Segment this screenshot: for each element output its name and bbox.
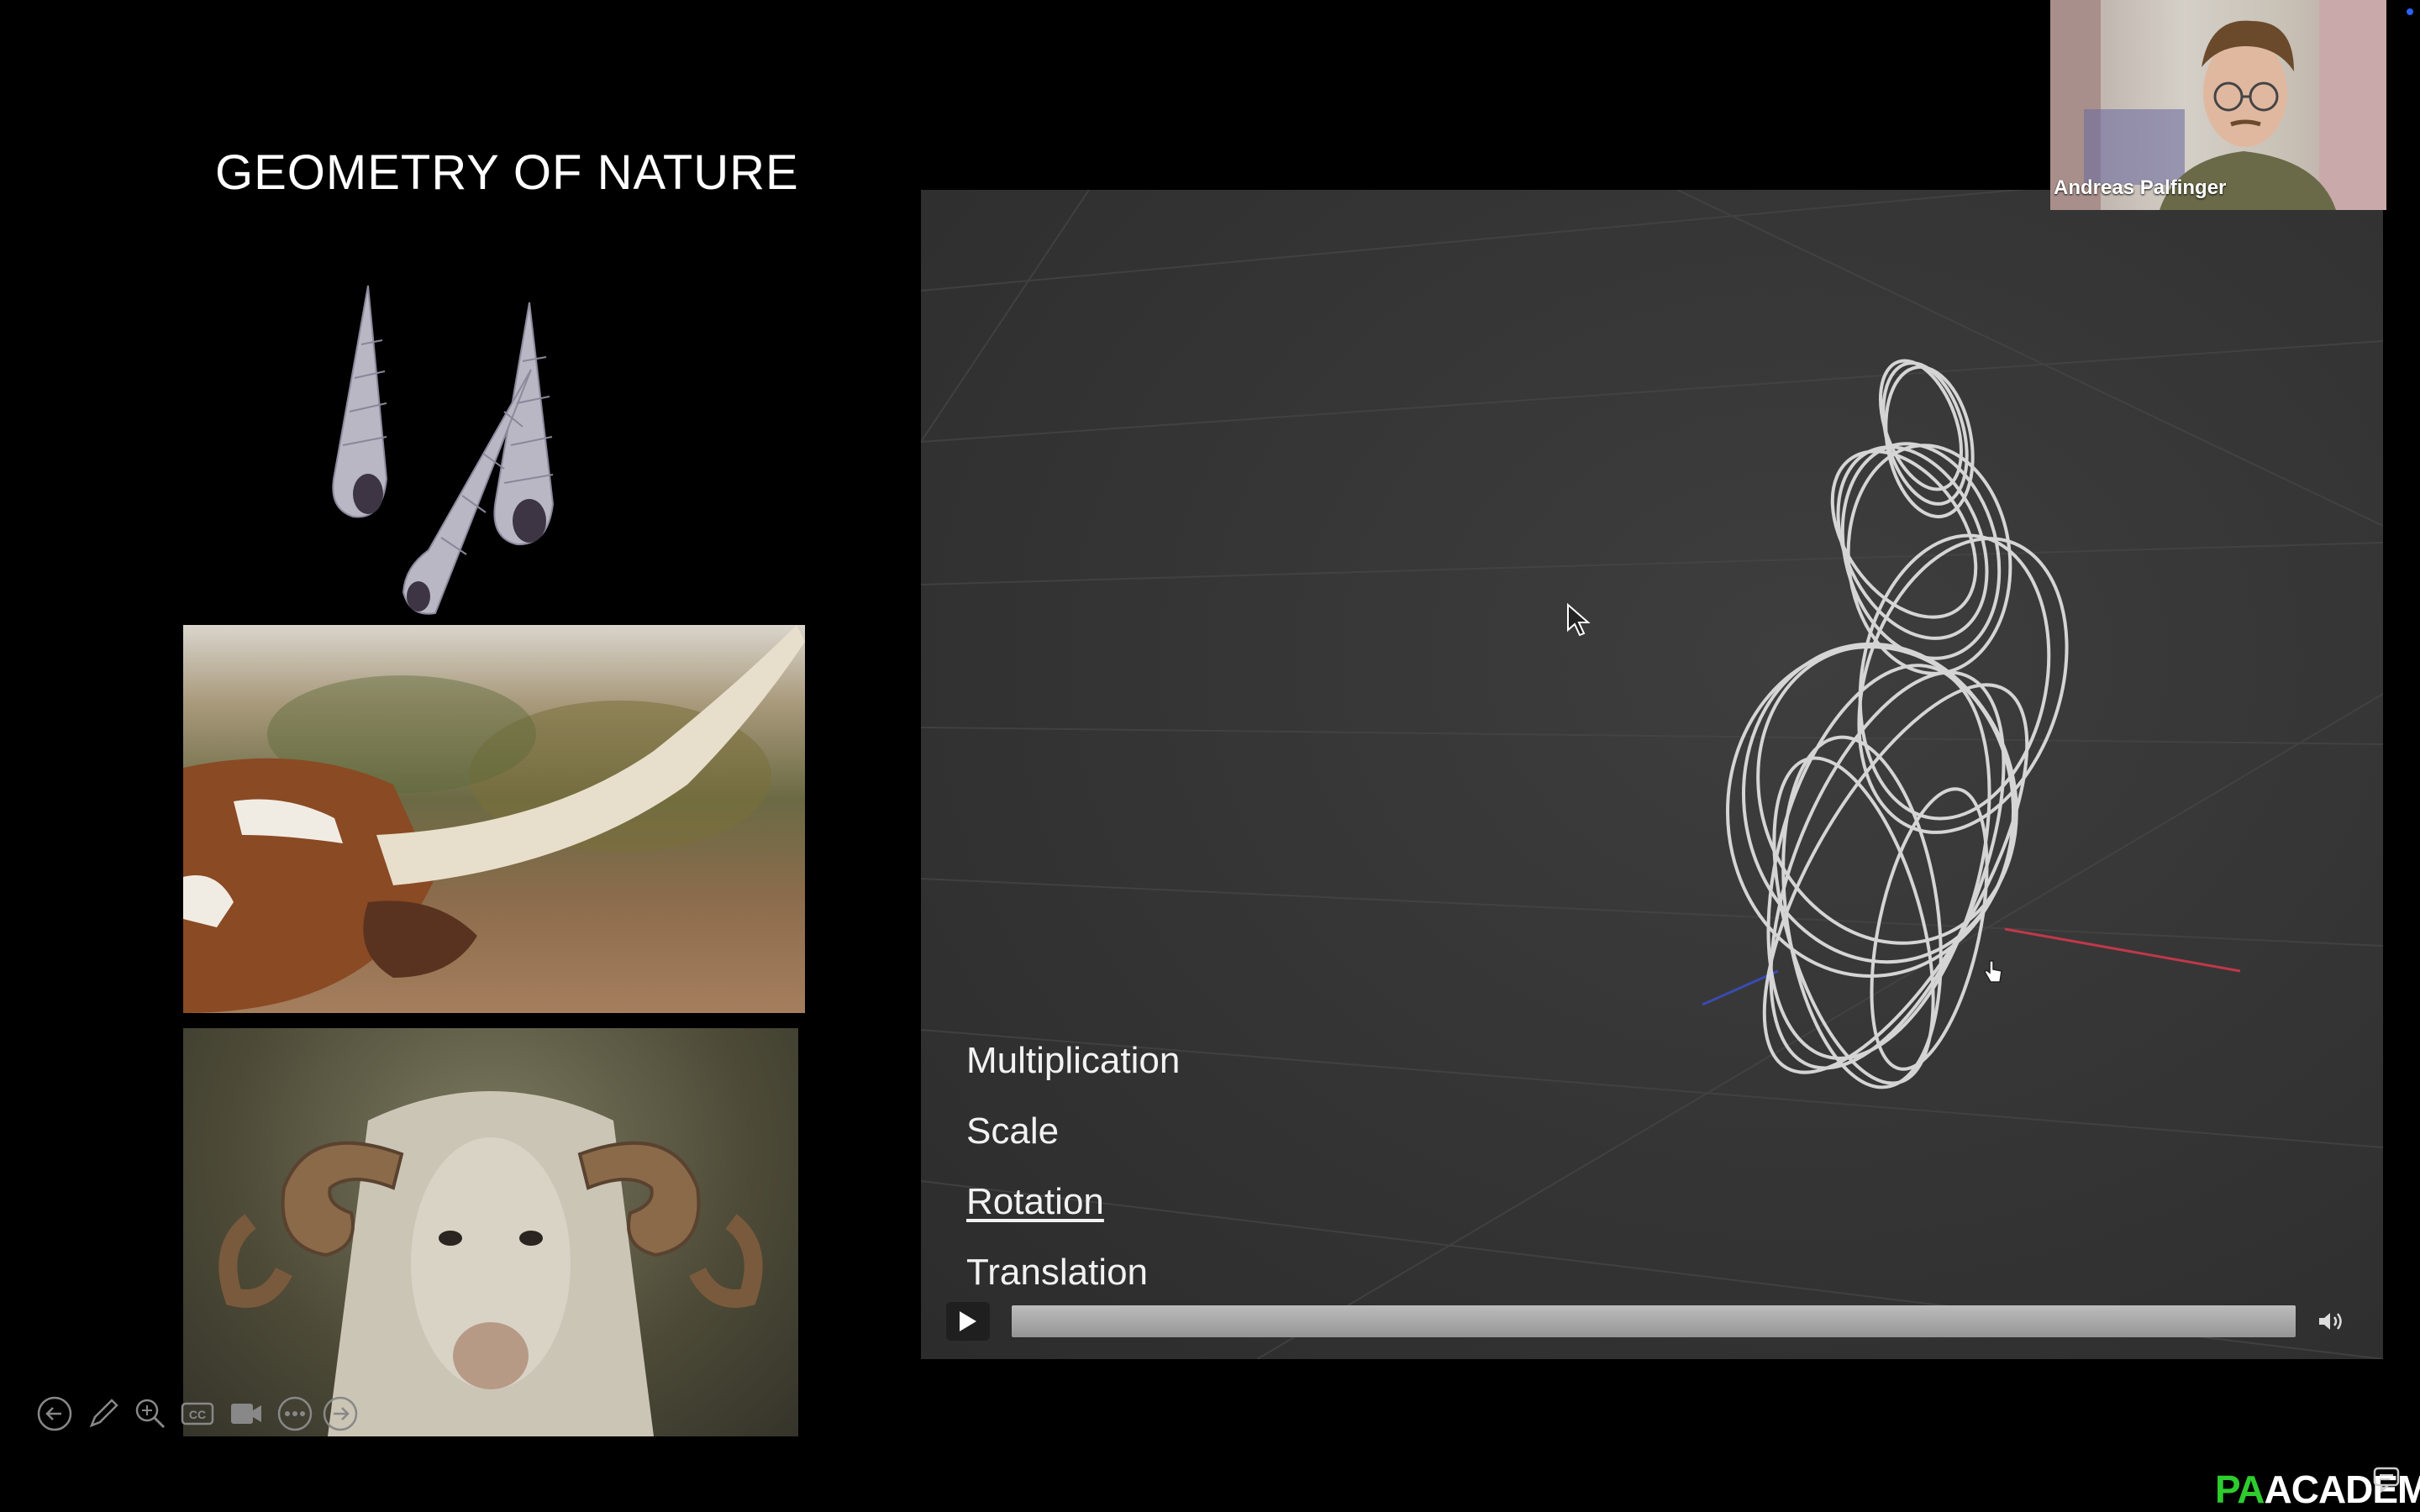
play-button[interactable] <box>946 1302 990 1341</box>
camera-button[interactable] <box>227 1394 266 1433</box>
label-translation: Translation <box>966 1252 1149 1293</box>
svg-text:CC: CC <box>189 1408 206 1421</box>
longhorn-photo <box>183 625 805 1013</box>
video-controls <box>946 1300 2358 1342</box>
speaker-name: Andreas Palfinger <box>2054 176 2227 199</box>
ram-photo <box>183 1028 798 1436</box>
grid-lines <box>921 190 2383 1359</box>
more-button[interactable] <box>276 1394 314 1433</box>
shells-image <box>332 285 555 615</box>
captions-icon: CC <box>181 1402 214 1425</box>
zoom-button[interactable] <box>131 1394 170 1433</box>
label-multiplication: Multiplication <box>966 1040 1181 1081</box>
progress-bar[interactable] <box>1012 1305 2296 1337</box>
volume-button[interactable] <box>2311 1302 2353 1341</box>
volume-icon <box>2319 1313 2342 1330</box>
captions-button[interactable]: CC <box>178 1394 217 1433</box>
forward-arrow-icon <box>323 1396 358 1431</box>
pen-button[interactable] <box>84 1394 123 1433</box>
hand-cursor-icon <box>1984 960 2002 983</box>
forward-button[interactable] <box>321 1394 360 1433</box>
slide-title: GEOMETRY OF NATURE <box>215 145 799 200</box>
label-rotation: Rotation <box>966 1181 1104 1222</box>
back-arrow-icon <box>37 1396 72 1431</box>
play-icon <box>960 1311 976 1331</box>
camera-icon <box>231 1404 261 1424</box>
brand-logo-part1: PA <box>2215 1467 2265 1511</box>
pen-icon <box>89 1399 118 1428</box>
label-scale: Scale <box>966 1110 1060 1152</box>
chat-icon[interactable] <box>2370 1462 2403 1495</box>
back-button[interactable] <box>35 1394 74 1433</box>
spiral-shell-model <box>1726 359 2069 1089</box>
status-dot <box>2407 8 2413 15</box>
more-icon <box>277 1396 313 1431</box>
zoom-icon <box>135 1399 166 1429</box>
mouse-cursor-icon <box>1567 603 1591 637</box>
video-player[interactable]: Multiplication Scale Rotation Translatio… <box>921 190 2383 1359</box>
